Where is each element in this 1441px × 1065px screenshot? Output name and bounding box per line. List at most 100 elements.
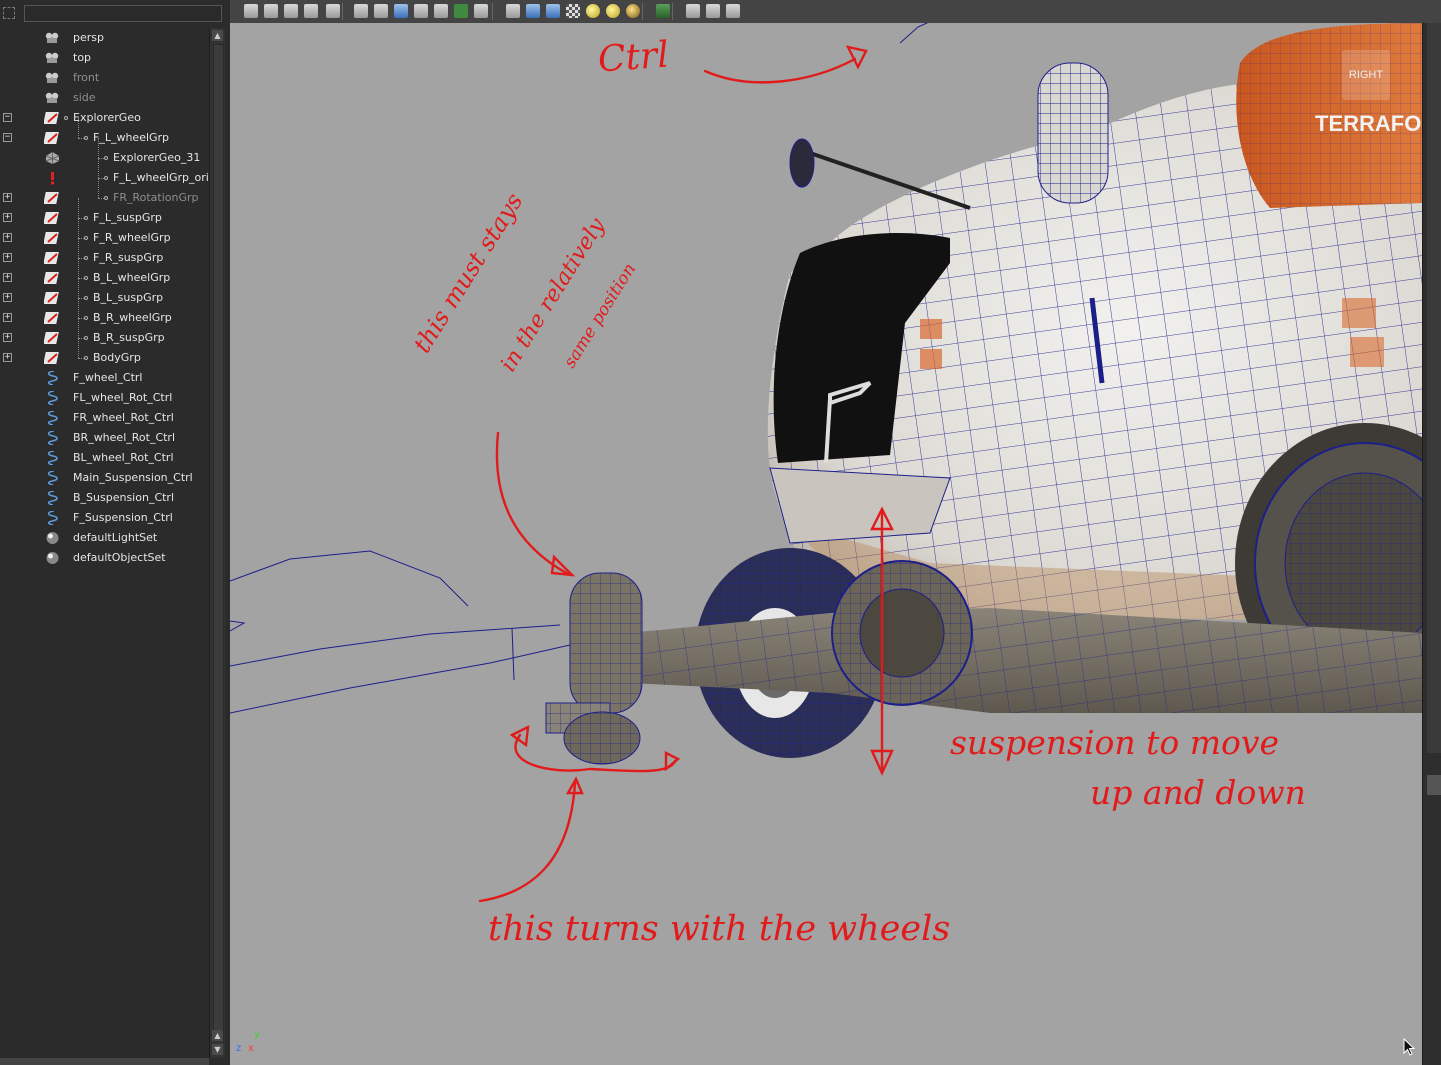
flat-shade-icon[interactable] bbox=[414, 4, 428, 18]
scroll-down-arrow-icon[interactable]: ▼ bbox=[212, 1044, 223, 1055]
outliner-item[interactable]: front bbox=[0, 68, 209, 88]
outliner-item-label: BR_wheel_Rot_Ctrl bbox=[73, 431, 176, 444]
shadow-icon[interactable] bbox=[626, 4, 640, 18]
scroll-up-arrow-icon[interactable]: ▲ bbox=[212, 1030, 223, 1041]
axis-x-label: x bbox=[248, 1043, 254, 1054]
safe-frame-icon[interactable] bbox=[706, 4, 720, 18]
tree-connector bbox=[78, 278, 80, 298]
outliner-horizontal-scrollbar[interactable] bbox=[0, 1058, 209, 1065]
expand-icon[interactable]: + bbox=[3, 353, 12, 362]
expand-icon[interactable]: + bbox=[3, 193, 12, 202]
grid-icon[interactable] bbox=[374, 4, 388, 18]
outliner-item-label: ExplorerGeo bbox=[73, 111, 141, 124]
outliner-item[interactable]: defaultLightSet bbox=[0, 528, 209, 548]
outliner-item[interactable]: − ExplorerGeo bbox=[0, 108, 209, 128]
scroll-up-arrow-icon[interactable]: ▲ bbox=[212, 30, 223, 41]
warning-icon bbox=[51, 172, 54, 185]
outliner-item[interactable]: defaultObjectSet bbox=[0, 548, 209, 568]
outliner-item-label: F_L_wheelGrp_orie bbox=[113, 171, 209, 184]
outliner-list: persp top front side − ExplorerGeo − F_L_wheelG… bbox=[0, 28, 209, 1058]
expand-icon[interactable]: + bbox=[3, 333, 12, 342]
collapse-icon[interactable]: − bbox=[3, 113, 12, 122]
outliner-item[interactable]: FL_wheel_Rot_Ctrl bbox=[0, 388, 209, 408]
bounding-box-icon[interactable] bbox=[506, 4, 520, 18]
outliner-item[interactable]: F_Suspension_Ctrl bbox=[0, 508, 209, 528]
resolution-gate-icon[interactable] bbox=[686, 4, 700, 18]
xray-icon[interactable] bbox=[434, 4, 448, 18]
annotation-suspension-line1: suspension to move bbox=[950, 723, 1280, 762]
node-dot-icon bbox=[104, 176, 108, 180]
outliner-item[interactable]: F_wheel_Ctrl bbox=[0, 368, 209, 388]
outliner-item[interactable]: + F_R_suspGrp bbox=[0, 238, 209, 268]
outliner-item[interactable]: BL_wheel_Rot_Ctrl bbox=[0, 448, 209, 468]
outliner-item[interactable]: + BodyGrp bbox=[0, 338, 209, 368]
tree-connector bbox=[78, 338, 80, 358]
isolate-select-icon[interactable] bbox=[656, 4, 670, 18]
outliner-item[interactable]: + B_R_wheelGrp bbox=[0, 298, 209, 328]
outliner-item-label: F_Suspension_Ctrl bbox=[73, 511, 173, 524]
camera-attributes-icon[interactable] bbox=[244, 4, 258, 18]
outliner-item-label: BodyGrp bbox=[93, 351, 141, 364]
outliner-item[interactable]: top bbox=[0, 48, 209, 68]
select-camera-icon[interactable] bbox=[264, 4, 278, 18]
outliner-item[interactable]: persp bbox=[0, 28, 209, 48]
group-transform-icon bbox=[44, 192, 59, 204]
node-dot-icon bbox=[84, 316, 88, 320]
image-plane-icon[interactable] bbox=[326, 4, 340, 18]
outliner-item[interactable]: − F_L_wheelGrp bbox=[0, 118, 209, 148]
expand-icon[interactable]: + bbox=[3, 273, 12, 282]
group-transform-icon bbox=[44, 312, 59, 324]
film-gate-icon[interactable] bbox=[284, 4, 298, 18]
annotation-turns: this turns with the wheels bbox=[488, 909, 951, 949]
view-cube-label[interactable]: RIGHT bbox=[1342, 50, 1390, 100]
outliner-scroll-track[interactable] bbox=[213, 44, 224, 1041]
outliner-item[interactable]: Main_Suspension_Ctrl bbox=[0, 468, 209, 488]
all-lights-icon[interactable] bbox=[606, 4, 620, 18]
outliner-item[interactable]: + F_L_suspGrp bbox=[0, 198, 209, 228]
outliner-item-label: persp bbox=[73, 31, 104, 44]
annotation-suspension-line2: up and down bbox=[1090, 773, 1306, 812]
texture-icon[interactable] bbox=[454, 4, 468, 18]
expand-icon[interactable]: + bbox=[3, 253, 12, 262]
expand-icon[interactable]: + bbox=[3, 293, 12, 302]
expand-icon[interactable]: + bbox=[3, 213, 12, 222]
outliner-item-label: FR_wheel_Rot_Ctrl bbox=[73, 411, 174, 424]
outliner-item[interactable]: ExplorerGeo_31 bbox=[0, 138, 209, 168]
right-panel-scrollbar[interactable] bbox=[1422, 23, 1441, 1065]
outliner-item[interactable]: + F_R_wheelGrp bbox=[0, 218, 209, 248]
outliner-item[interactable]: + B_R_suspGrp bbox=[0, 318, 209, 348]
bookmark-icon[interactable] bbox=[304, 4, 318, 18]
text-icon[interactable] bbox=[474, 4, 488, 18]
outliner-item-label: ExplorerGeo_31 bbox=[113, 151, 201, 164]
outliner-search-input[interactable] bbox=[24, 5, 222, 22]
scroll-thumb[interactable] bbox=[1427, 775, 1441, 795]
viewport-right[interactable]: TERRAFO RIGHT Ctrl this must stays in th… bbox=[230, 23, 1422, 1065]
outliner-item-label: FR_RotationGrp bbox=[113, 191, 199, 204]
outliner-scrollbar[interactable]: ▲ ▲ ▼ bbox=[209, 28, 225, 1058]
node-editor-icon[interactable] bbox=[726, 4, 740, 18]
node-dot-icon bbox=[84, 236, 88, 240]
wireframe-icon[interactable] bbox=[354, 4, 368, 18]
outliner-item[interactable]: + FR_RotationGrp bbox=[0, 178, 209, 208]
collapse-icon[interactable]: − bbox=[3, 133, 12, 142]
filter-icon[interactable] bbox=[3, 7, 15, 19]
outliner-item[interactable]: + B_L_suspGrp bbox=[0, 278, 209, 308]
smooth-shade-icon[interactable] bbox=[394, 4, 408, 18]
outliner-item[interactable]: F_L_wheelGrp_orie bbox=[0, 158, 209, 188]
group-transform-icon bbox=[44, 232, 59, 244]
outliner-item[interactable]: BR_wheel_Rot_Ctrl bbox=[0, 428, 209, 448]
outliner-item[interactable]: B_Suspension_Ctrl bbox=[0, 488, 209, 508]
outliner-item[interactable]: side bbox=[0, 88, 209, 108]
default-light-icon[interactable] bbox=[586, 4, 600, 18]
outliner-item[interactable]: + B_L_wheelGrp bbox=[0, 258, 209, 288]
toolbar-separator bbox=[642, 3, 643, 20]
wireframe-on-shaded-icon[interactable] bbox=[546, 4, 560, 18]
outliner-item-label: side bbox=[73, 91, 96, 104]
outliner-item-label: F_R_suspGrp bbox=[93, 251, 164, 264]
expand-icon[interactable]: + bbox=[3, 313, 12, 322]
checker-icon[interactable] bbox=[566, 4, 580, 18]
shaded-icon[interactable] bbox=[526, 4, 540, 18]
outliner-item[interactable]: FR_wheel_Rot_Ctrl bbox=[0, 408, 209, 428]
outliner-item-label: B_R_wheelGrp bbox=[93, 311, 172, 324]
expand-icon[interactable]: + bbox=[3, 233, 12, 242]
